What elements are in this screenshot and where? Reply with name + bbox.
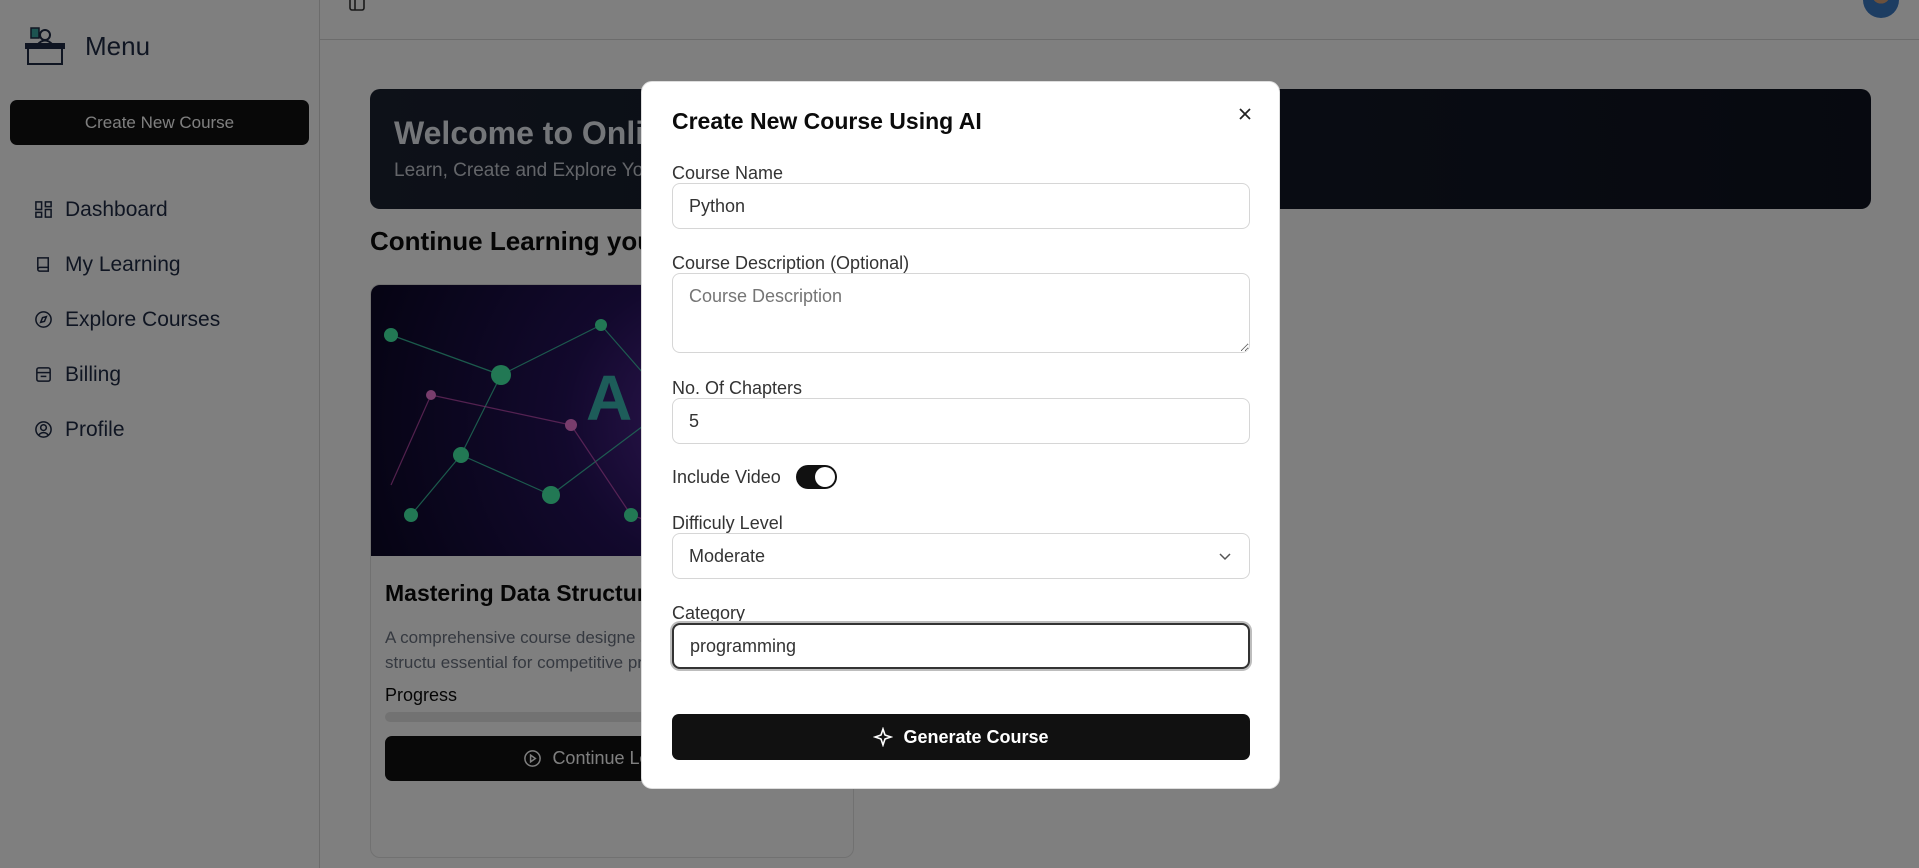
course-name-input[interactable] bbox=[672, 183, 1250, 229]
generate-course-button[interactable]: Generate Course bbox=[672, 714, 1250, 760]
category-input[interactable] bbox=[672, 623, 1250, 669]
include-video-toggle[interactable] bbox=[795, 465, 837, 489]
difficulty-select[interactable]: Moderate bbox=[672, 533, 1250, 579]
include-video-row: Include Video bbox=[672, 465, 837, 489]
create-course-dialog: Create New Course Using AI Course Name C… bbox=[641, 81, 1280, 789]
chapters-label: No. Of Chapters bbox=[672, 378, 803, 398]
toggle-knob bbox=[814, 467, 835, 487]
course-description-input[interactable] bbox=[672, 273, 1250, 353]
category-label: Category bbox=[672, 603, 746, 623]
sparkle-icon bbox=[873, 727, 894, 747]
course-description-label: Course Description (Optional) bbox=[672, 253, 910, 273]
include-video-label: Include Video bbox=[672, 466, 781, 487]
course-name-label: Course Name bbox=[672, 163, 784, 183]
close-icon bbox=[1239, 108, 1251, 120]
chapters-input[interactable] bbox=[672, 398, 1250, 444]
generate-course-label: Generate Course bbox=[903, 726, 1049, 747]
dialog-title: Create New Course Using AI bbox=[672, 108, 982, 134]
difficulty-value: Moderate bbox=[689, 545, 766, 566]
close-button[interactable] bbox=[1233, 102, 1257, 126]
chevron-down-icon bbox=[1219, 553, 1231, 561]
difficulty-label: Difficuly Level bbox=[672, 513, 783, 533]
